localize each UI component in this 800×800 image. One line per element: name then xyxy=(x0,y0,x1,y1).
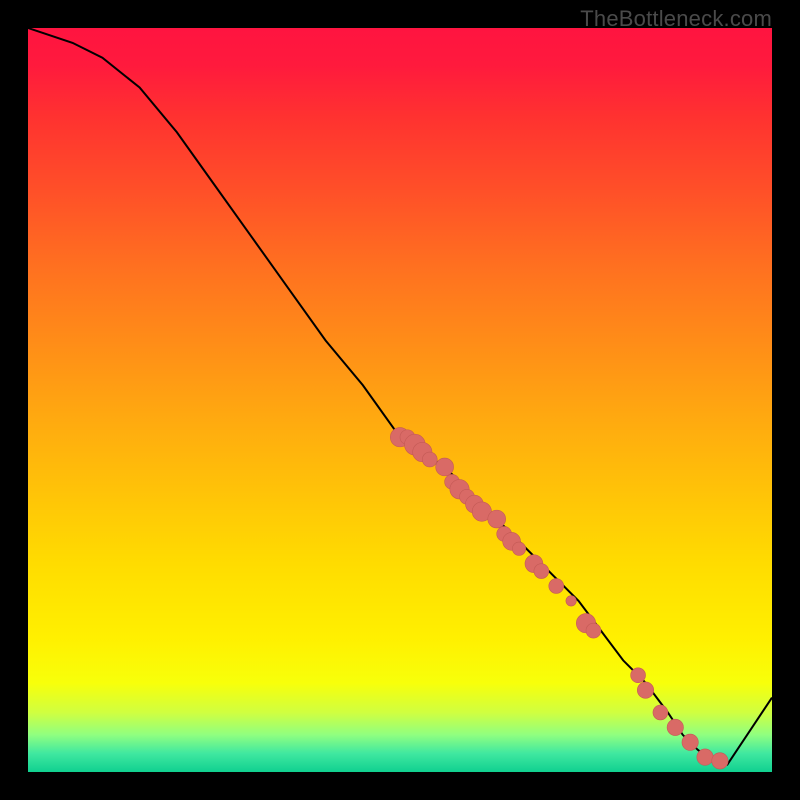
data-point xyxy=(436,458,454,476)
watermark-text: TheBottleneck.com xyxy=(580,6,772,32)
data-point xyxy=(637,682,653,698)
bottleneck-curve xyxy=(28,28,772,765)
data-point xyxy=(653,705,668,720)
data-point xyxy=(697,749,713,765)
data-point xyxy=(422,452,437,467)
data-point xyxy=(631,668,646,683)
data-point xyxy=(712,753,728,769)
data-points xyxy=(390,428,728,769)
data-point xyxy=(512,542,525,555)
chart-svg xyxy=(28,28,772,772)
data-point xyxy=(667,719,683,735)
data-point xyxy=(488,510,506,528)
data-point xyxy=(586,623,601,638)
data-point xyxy=(549,579,564,594)
plot-area xyxy=(28,28,772,772)
data-point xyxy=(682,734,698,750)
data-point xyxy=(566,596,576,606)
data-point xyxy=(534,564,549,579)
